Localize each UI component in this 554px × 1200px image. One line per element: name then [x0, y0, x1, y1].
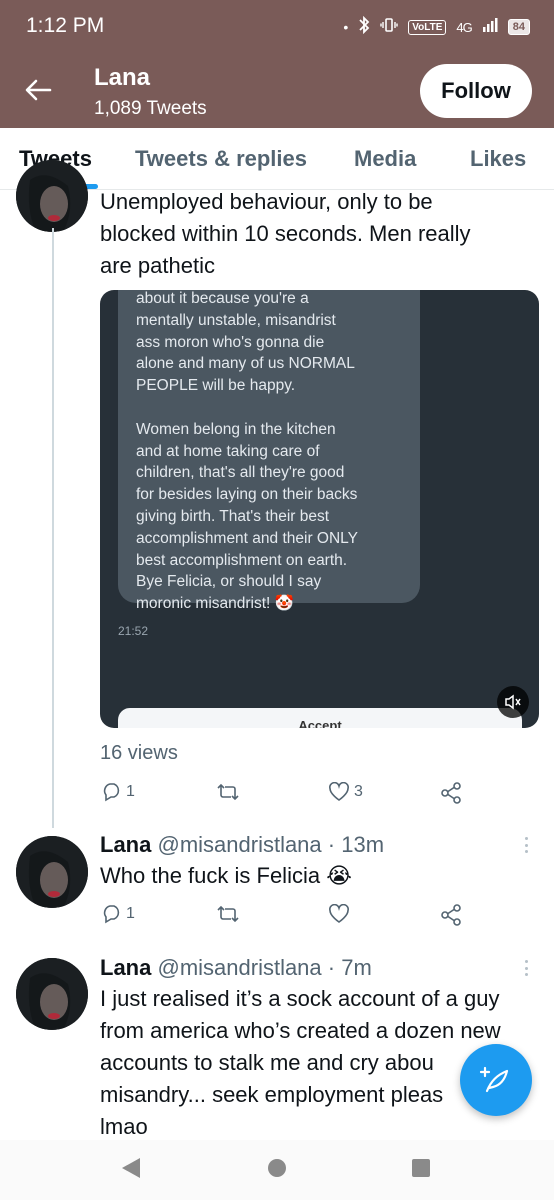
like-count: 3: [354, 783, 363, 800]
notification-dot-icon: •: [343, 19, 349, 35]
like-button[interactable]: 3: [328, 782, 363, 802]
avatar[interactable]: [16, 836, 88, 908]
mute-icon: [505, 694, 521, 710]
separator: ·: [327, 955, 336, 980]
thread-line: [52, 228, 54, 828]
nav-home-icon: [268, 1159, 286, 1177]
profile-banner: 1:12 PM • VoLTE 4G 84 Lana 1,089 Tweets …: [0, 0, 554, 128]
message-text: about it because you're a mentally unsta…: [136, 290, 358, 613]
back-button[interactable]: [18, 74, 58, 106]
tab-tweets-and-replies[interactable]: Tweets & replies: [135, 146, 307, 172]
author-name[interactable]: Lana: [100, 955, 151, 980]
more-options-button[interactable]: [520, 958, 532, 978]
tweet-text-line: I just realised it’s a sock account of a…: [100, 986, 500, 1011]
message-timestamp: 21:52: [118, 624, 149, 638]
more-options-button[interactable]: [520, 835, 532, 855]
reply-icon: [103, 905, 120, 924]
tweet-text-line: blocked within 10 seconds. Men really: [100, 221, 471, 246]
profile-name: Lana: [94, 64, 151, 91]
compose-icon: [479, 1066, 509, 1093]
reply-count: 1: [126, 905, 135, 922]
compose-tweet-button[interactable]: [460, 1044, 532, 1116]
tweet-count: 1,089 Tweets: [94, 98, 207, 119]
like-icon: [329, 904, 349, 923]
battery-icon: 84: [507, 19, 530, 35]
tweet-text-line: from america who’s created a dozen new: [100, 1018, 501, 1043]
nav-back-icon: [122, 1158, 140, 1178]
share-icon: [441, 904, 461, 926]
follow-button[interactable]: Follow: [420, 64, 532, 118]
retweet-icon: [217, 905, 239, 923]
accept-bar: Accept: [118, 708, 522, 728]
status-icons: • VoLTE 4G 84: [343, 15, 530, 38]
retweet-button[interactable]: [216, 904, 244, 924]
vibrate-icon: [380, 17, 398, 37]
author-handle[interactable]: @misandristlana: [157, 955, 321, 980]
signal-icon: [482, 18, 498, 36]
tweet-text-line: Unemployed behaviour, only to be: [100, 189, 433, 214]
share-button[interactable]: [440, 904, 462, 926]
tweet-actions: 1 3: [100, 782, 500, 812]
reply-icon: [103, 783, 120, 802]
tweet-text: Who the fuck is Felicia 😭: [100, 863, 352, 888]
view-count: 16 views: [100, 742, 178, 764]
network-type: 4G: [456, 19, 472, 35]
volte-badge: VoLTE: [408, 19, 447, 35]
tweet-text-line: lmao: [100, 1114, 148, 1139]
mute-button[interactable]: [497, 686, 529, 718]
share-icon: [441, 782, 461, 804]
tweet-text-line: are pathetic: [100, 253, 215, 278]
nav-home-button[interactable]: [267, 1158, 287, 1183]
status-time: 1:12 PM: [26, 14, 105, 37]
bluetooth-icon: [358, 15, 370, 38]
like-icon: [329, 782, 349, 801]
tab-media[interactable]: Media: [354, 146, 416, 172]
tweet-actions: 1: [100, 904, 500, 934]
back-arrow-icon: [25, 79, 52, 101]
like-button[interactable]: [328, 904, 354, 924]
reply-button[interactable]: 1: [102, 904, 135, 924]
status-bar: 1:12 PM • VoLTE 4G 84: [0, 0, 554, 56]
author-name[interactable]: Lana: [100, 832, 151, 857]
tweet-text: Unemployed behaviour, only to be blocked…: [100, 186, 471, 282]
nav-recents-button[interactable]: [411, 1158, 431, 1183]
message-bubble: about it because you're a mentally unsta…: [118, 290, 420, 612]
tweet-author-line: Lana @misandristlana · 7m: [100, 955, 372, 981]
tab-likes[interactable]: Likes: [470, 146, 526, 172]
reply-count: 1: [126, 783, 135, 800]
share-button[interactable]: [440, 782, 462, 804]
nav-recents-icon: [412, 1159, 430, 1177]
tweet-time: 13m: [341, 832, 385, 857]
avatar[interactable]: [16, 160, 88, 232]
tweet-media-image[interactable]: about it because you're a mentally unsta…: [100, 290, 539, 728]
separator: ·: [327, 832, 336, 857]
avatar[interactable]: [16, 958, 88, 1030]
reply-button[interactable]: 1: [102, 782, 135, 802]
profile-header: Lana 1,089 Tweets Follow: [0, 56, 554, 128]
retweet-icon: [217, 783, 239, 801]
nav-back-button[interactable]: [120, 1156, 142, 1185]
tweet-time: 7m: [341, 955, 372, 980]
author-handle[interactable]: @misandristlana: [157, 832, 321, 857]
system-navigation-bar: [0, 1140, 554, 1200]
retweet-button[interactable]: [216, 782, 244, 802]
tweet-author-line: Lana @misandristlana · 13m: [100, 832, 384, 858]
